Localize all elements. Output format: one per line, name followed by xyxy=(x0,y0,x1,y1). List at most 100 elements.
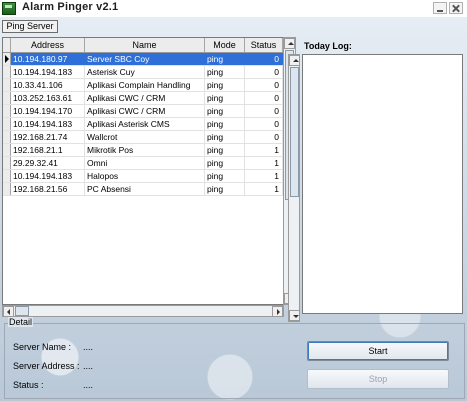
cell-status: 0 xyxy=(245,92,283,104)
tab-ping-server[interactable]: Ping Server xyxy=(2,20,58,33)
cell-status: 0 xyxy=(245,105,283,117)
table-row[interactable]: 10.194.194.183 Halopos ping 1 xyxy=(3,170,283,183)
server-table: Address Name Mode Status 10.194.180.97 Se… xyxy=(2,37,284,305)
cell-name: Halopos xyxy=(85,170,205,182)
title-bar: Alarm Pinger v2.1 xyxy=(0,0,467,17)
cell-status: 0 xyxy=(245,118,283,130)
log-scroll-thumb[interactable] xyxy=(290,67,299,197)
cell-name: PC Absensi xyxy=(85,183,205,195)
table-row[interactable]: 10.33.41.106 Aplikasi Complain Handling pi… xyxy=(3,79,283,92)
app-icon xyxy=(2,2,16,15)
cell-mode: ping xyxy=(205,53,245,65)
cell-name: Aplikasi Asterisk CMS xyxy=(85,118,205,130)
table-row[interactable]: 10.194.180.97 Server SBC Coy ping 0 xyxy=(3,53,283,66)
server-address-label: Server Address : xyxy=(13,361,80,371)
window-body: Ping Server Address Name Mode Status 10.… xyxy=(0,17,467,401)
arrow-right-icon xyxy=(277,309,280,315)
table-row[interactable]: 10.194.194.183 Asterisk Cuy ping 0 xyxy=(3,66,283,79)
row-indicator xyxy=(3,131,11,143)
row-indicator xyxy=(3,144,11,156)
detail-legend: Detail xyxy=(8,317,34,327)
scroll-left-button[interactable] xyxy=(3,306,14,317)
cell-status: 0 xyxy=(245,66,283,78)
h-scroll-thumb[interactable] xyxy=(15,306,29,316)
arrow-up-icon xyxy=(288,42,294,45)
cell-address: 103.252.163.61 xyxy=(11,92,85,104)
table-row[interactable]: 192.168.21.1 Mikrotik Pos ping 1 xyxy=(3,144,283,157)
table-header: Address Name Mode Status xyxy=(3,38,283,53)
cell-name: Asterisk Cuy xyxy=(85,66,205,78)
cell-name: Aplikasi CWC / CRM xyxy=(85,92,205,104)
cell-address: 192.168.21.56 xyxy=(11,183,85,195)
row-indicator xyxy=(3,53,11,65)
table-row[interactable]: 10.194.194.183 Aplikasi Asterisk CMS ping 0 xyxy=(3,118,283,131)
row-indicator xyxy=(3,118,11,130)
cell-address: 10.194.194.183 xyxy=(11,118,85,130)
cell-status: 0 xyxy=(245,79,283,91)
table-row[interactable]: 103.252.163.61 Aplikasi CWC / CRM ping 0 xyxy=(3,92,283,105)
arrow-down-icon xyxy=(293,315,299,318)
table-row[interactable]: 192.168.21.74 Wallcrot ping 0 xyxy=(3,131,283,144)
table-horizontal-scrollbar[interactable] xyxy=(2,305,284,317)
cell-address: 192.168.21.1 xyxy=(11,144,85,156)
cell-address: 10.33.41.106 xyxy=(11,79,85,91)
table-row[interactable]: 192.168.21.56 PC Absensi ping 1 xyxy=(3,183,283,196)
arrow-left-icon xyxy=(7,309,10,315)
cell-status: 1 xyxy=(245,183,283,195)
minimize-button[interactable] xyxy=(433,2,447,14)
window-title: Alarm Pinger v2.1 xyxy=(22,1,119,13)
cell-status: 1 xyxy=(245,144,283,156)
header-name[interactable]: Name xyxy=(85,38,205,52)
current-row-arrow-icon xyxy=(5,55,9,63)
cell-status: 0 xyxy=(245,53,283,65)
cell-mode: ping xyxy=(205,183,245,195)
header-indicator xyxy=(3,38,11,52)
server-name-label: Server Name : xyxy=(13,342,72,352)
cell-name: Aplikasi Complain Handling xyxy=(85,79,205,91)
cell-address: 10.194.180.97 xyxy=(11,53,85,65)
cell-mode: ping xyxy=(205,66,245,78)
status-label: Status : xyxy=(13,380,44,390)
table-row[interactable]: 10.194.194.170 Aplikasi CWC / CRM ping 0 xyxy=(3,105,283,118)
log-scrollbar[interactable] xyxy=(288,54,300,322)
cell-address: 10.194.194.183 xyxy=(11,170,85,182)
row-indicator xyxy=(3,170,11,182)
cell-address: 10.194.194.183 xyxy=(11,66,85,78)
cell-address: 192.168.21.74 xyxy=(11,131,85,143)
header-address[interactable]: Address xyxy=(11,38,85,52)
cell-status: 1 xyxy=(245,170,283,182)
log-scroll-down-button[interactable] xyxy=(289,310,300,321)
cell-name: Wallcrot xyxy=(85,131,205,143)
cell-name: Mikrotik Pos xyxy=(85,144,205,156)
row-indicator xyxy=(3,105,11,117)
server-name-value: .... xyxy=(83,342,94,352)
header-mode[interactable]: Mode xyxy=(205,38,245,52)
cell-mode: ping xyxy=(205,144,245,156)
status-value: .... xyxy=(83,380,94,390)
scroll-right-button[interactable] xyxy=(272,306,283,317)
row-indicator xyxy=(3,92,11,104)
cell-status: 1 xyxy=(245,157,283,169)
stop-button[interactable]: Stop xyxy=(307,369,449,389)
start-button[interactable]: Start xyxy=(307,341,449,361)
table-row[interactable]: 29.29.32.41 Omni ping 1 xyxy=(3,157,283,170)
today-log-label: Today Log: xyxy=(304,41,352,51)
cell-name: Server SBC Coy xyxy=(85,53,205,65)
cell-mode: ping xyxy=(205,170,245,182)
cell-address: 29.29.32.41 xyxy=(11,157,85,169)
cell-mode: ping xyxy=(205,118,245,130)
cell-mode: ping xyxy=(205,79,245,91)
cell-mode: ping xyxy=(205,105,245,117)
row-indicator xyxy=(3,157,11,169)
arrow-up-icon xyxy=(293,59,299,62)
log-scroll-up-button[interactable] xyxy=(289,55,300,66)
cell-name: Aplikasi CWC / CRM xyxy=(85,105,205,117)
close-button[interactable] xyxy=(449,2,463,14)
today-log-textarea[interactable] xyxy=(302,54,463,314)
header-status[interactable]: Status xyxy=(245,38,283,52)
server-address-value: .... xyxy=(83,361,94,371)
cell-status: 0 xyxy=(245,131,283,143)
row-indicator xyxy=(3,79,11,91)
scroll-up-button[interactable] xyxy=(284,38,295,49)
cell-mode: ping xyxy=(205,92,245,104)
